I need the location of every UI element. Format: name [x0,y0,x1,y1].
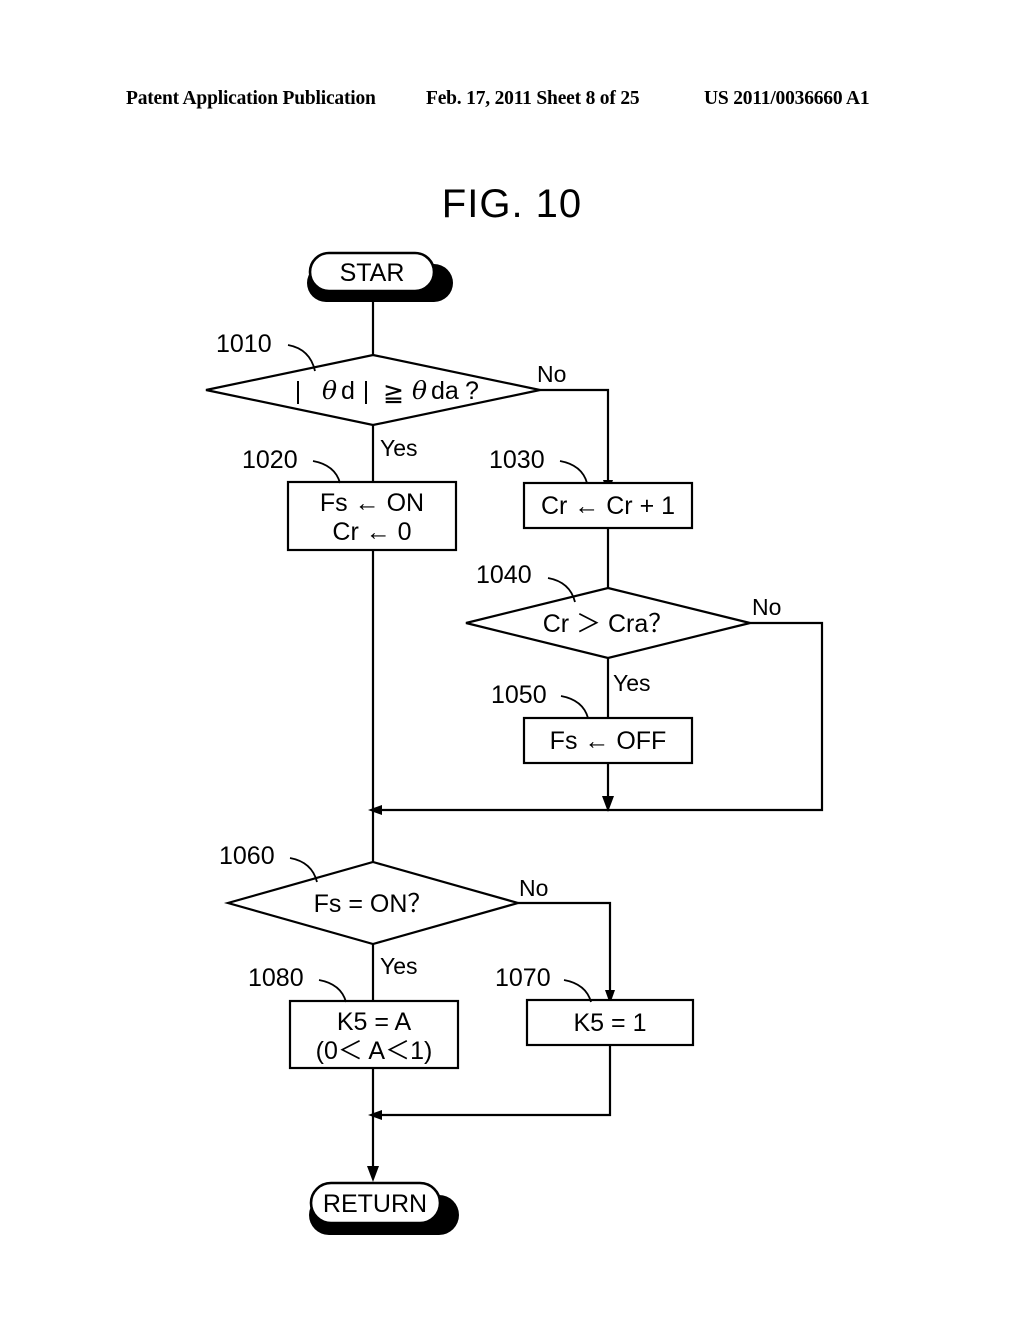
connector-1080-to-return [367,1068,379,1182]
ref-leader-1050: 1050 [491,681,589,719]
node-process-1070[interactable]: K5 = 1 [525,998,695,1047]
branch-label-no-1010: No [537,361,566,387]
branch-label-yes-1040: Yes [613,670,651,696]
decision-1010-operator: ≧ [383,379,404,407]
ref-label-1010: 1010 [216,330,272,358]
flowchart-diagram: STAR | θ d | ≧ θ da ? 1010 No Yes Fs ← O… [205,251,824,1235]
decision-1010-theta-1: θ [322,376,337,405]
node-process-1030[interactable]: Cr ← Cr + 1 [522,481,694,530]
patent-page: Patent Application Publication Feb. 17, … [0,0,1024,1320]
node-process-1050[interactable]: Fs ← OFF [522,716,694,765]
node-decision-1040[interactable]: Cr ＞ Cra？ [465,586,751,660]
ref-label-1030: 1030 [489,446,545,474]
decision-1040-text: Cr ＞ Cra？ [543,610,674,638]
ref-label-1040: 1040 [476,561,532,589]
ref-leader-1080: 1080 [248,964,347,1003]
node-decision-1010[interactable]: | θ d | ≧ θ da ? [205,353,541,427]
node-process-1080[interactable]: K5 = A (0＜ A＜1) [288,999,460,1070]
ref-label-1070: 1070 [495,964,551,992]
ref-label-1020: 1020 [242,446,298,474]
node-process-1020[interactable]: Fs ← ON Cr ← 0 [286,480,458,552]
branch-label-yes-1060: Yes [380,953,418,979]
node-decision-1060[interactable]: Fs = ON？ [223,860,523,946]
process-1050-line1: Fs ← OFF [550,727,667,755]
decision-1010-theta-2: θ [412,376,427,405]
decision-1010-question: ? [465,377,479,405]
branch-label-no-1060: No [519,875,548,901]
ref-label-1060: 1060 [219,842,275,870]
node-start[interactable]: STAR [307,251,453,302]
connector-1050-to-merge [602,763,614,812]
decision-1010-sub-1: d [341,377,355,405]
ref-leader-1040: 1040 [476,561,576,603]
ref-leader-1060: 1060 [219,842,318,883]
process-1080-line2: (0＜ A＜1) [316,1037,433,1065]
decision-1010-sub-2: da [431,377,459,405]
process-1020-line1: Fs ← ON [320,489,424,517]
process-1020-line2: Cr ← 0 [332,518,411,546]
node-return[interactable]: RETURN [309,1181,459,1235]
connector-1010-no-to-1030 [540,388,613,494]
branch-label-yes-1010: Yes [380,435,418,461]
ref-leader-1020: 1020 [242,446,341,484]
decision-1060-text: Fs = ON？ [314,890,433,918]
process-1030-line1: Cr ← Cr + 1 [541,492,675,520]
node-return-label: RETURN [323,1190,427,1218]
decision-1010-bar-open: | [295,377,302,405]
process-1070-line1: K5 = 1 [574,1009,647,1037]
ref-leader-1010: 1010 [216,330,316,372]
decision-1010-bar-close: | [363,377,370,405]
ref-label-1080: 1080 [248,964,304,992]
ref-label-1050: 1050 [491,681,547,709]
ref-leader-1070: 1070 [495,964,592,1003]
ref-leader-1030: 1030 [489,446,588,484]
branch-label-no-1040: No [752,594,781,620]
process-1080-line1: K5 = A [337,1008,412,1036]
node-start-label: STAR [340,259,405,287]
